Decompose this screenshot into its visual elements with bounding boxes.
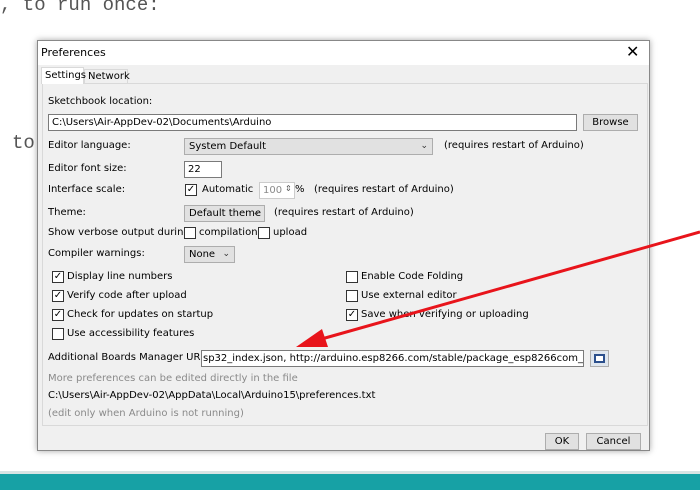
arrow-shaft bbox=[317, 230, 700, 342]
tab-label: Settings bbox=[45, 70, 87, 81]
annotation-arrow bbox=[296, 230, 700, 347]
tab-settings[interactable]: Settings bbox=[41, 67, 87, 84]
arrow-head bbox=[296, 329, 328, 347]
